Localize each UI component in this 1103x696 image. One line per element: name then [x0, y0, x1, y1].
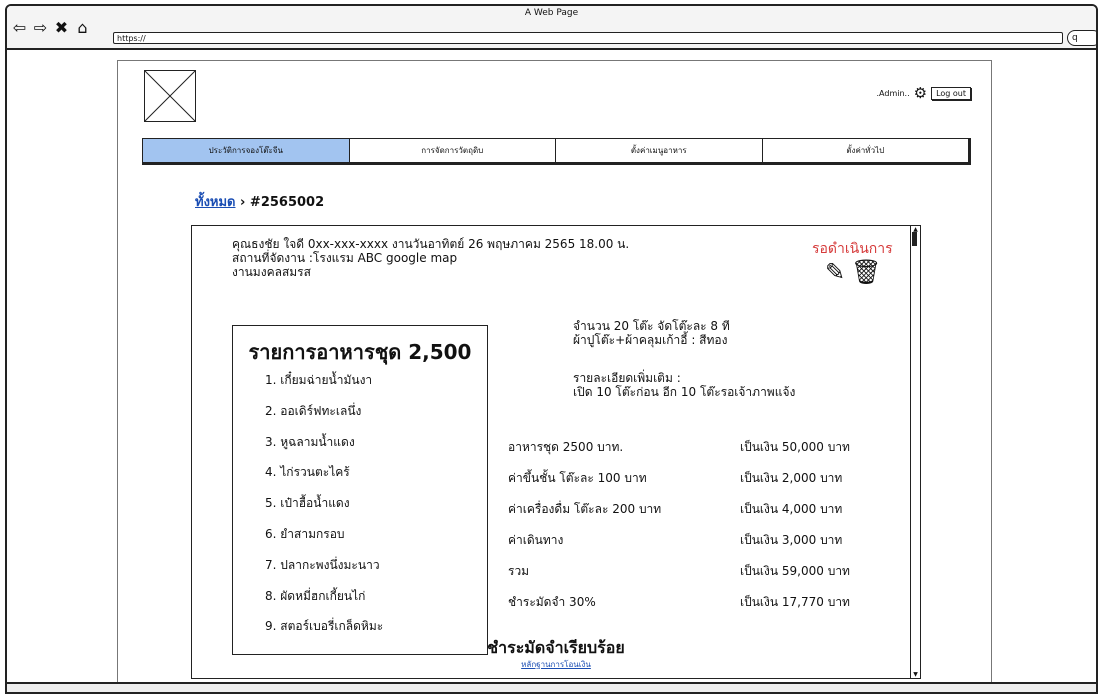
- close-icon[interactable]: ✖: [53, 20, 70, 36]
- cost-label: ชำระมัดจำ 30%: [508, 595, 596, 609]
- page-frame: .Admin.. ⚙ Log out ประวัติการจองโต๊ะจีน …: [117, 60, 992, 690]
- list-item: 3. หูฉลามน้ำแดง: [265, 434, 355, 449]
- logout-button[interactable]: Log out: [931, 87, 971, 100]
- browser-status-bar: [7, 682, 1096, 692]
- extra-info: รายละเอียดเพิ่มเติม : เปิด 10 โต๊ะก่อน อ…: [573, 371, 795, 399]
- cost-amount: เป็นเงิน 50,000 บาท: [740, 440, 850, 454]
- list-item: 6. ยำสามกรอบ: [265, 526, 345, 541]
- breadcrumb-current: #2565002: [249, 195, 325, 210]
- back-icon[interactable]: ⇦: [11, 20, 28, 36]
- payment-proof-link[interactable]: หลักฐานการโอนเงิน: [192, 658, 920, 671]
- list-item: 7. ปลากะพงนึ่งมะนาว: [265, 557, 380, 572]
- table-cloth-line: ผ้าปูโต๊ะ+ผ้าคลุมเก้าอี้ : สีทอง: [573, 333, 728, 347]
- tab-ingredients[interactable]: การจัดการวัตถุดิบ: [350, 139, 556, 162]
- menu-set-title: รายการอาหารชุด 2,500: [248, 340, 472, 364]
- cost-amount: เป็นเงิน 4,000 บาท: [740, 502, 843, 516]
- booking-info: คุณธงชัย ใจดี 0xx-xxx-xxxx งานวันอาทิตย์…: [232, 237, 629, 279]
- extra-info-text: เปิด 10 โต๊ะก่อน อีก 10 โต๊ะรอเจ้าภาพแจ้…: [573, 385, 796, 399]
- scroll-thumb[interactable]: [912, 232, 917, 246]
- extra-info-label: รายละเอียดเพิ่มเติม :: [573, 371, 681, 385]
- list-item: 1. เกี๋ยมฉ่ายน้ำมันงา: [265, 373, 373, 387]
- booking-customer-line: คุณธงชัย ใจดี 0xx-xxx-xxxx งานวันอาทิตย์…: [232, 237, 630, 251]
- status-badge: รอดำเนินการ: [812, 241, 893, 257]
- image-placeholder-icon: [145, 71, 195, 121]
- list-item: 2. ออเดิร์ฟทะเลนึ่ง: [265, 403, 362, 418]
- tab-general-settings[interactable]: ตั้งค่าทั่วไป: [763, 139, 969, 162]
- table-count-line: จำนวน 20 โต๊ะ จัดโต๊ะละ 8 ที: [573, 319, 730, 333]
- browser-nav: ⇦ ⇨ ✖ ⌂: [11, 20, 91, 36]
- menu-list: 1. เกี๋ยมฉ่ายน้ำมันงา 2. ออเดิร์ฟทะเลนึ่…: [265, 371, 383, 648]
- cost-amount: เป็นเงิน 2,000 บาท: [740, 471, 843, 485]
- list-item: 4. ไก่รวนตะไคร้: [265, 465, 350, 480]
- home-icon[interactable]: ⌂: [74, 20, 91, 36]
- gear-icon[interactable]: ⚙: [914, 86, 927, 101]
- browser-titlebar: A Web Page ⇦ ⇨ ✖ ⌂ https:// q: [7, 6, 1096, 50]
- window-title: A Web Page: [524, 8, 579, 18]
- cost-label: ค่าเครื่องดื่ม โต๊ะละ 200 บาท: [508, 502, 662, 516]
- tab-menu-settings[interactable]: ตั้งค่าเมนูอาหาร: [556, 139, 763, 162]
- trash-icon[interactable]: 🗑: [851, 259, 881, 285]
- url-input[interactable]: https://: [113, 32, 1063, 44]
- cost-label: รวม: [508, 564, 530, 578]
- admin-label: .Admin..: [876, 89, 910, 98]
- cost-label: อาหารชุด 2500 บาท.: [508, 440, 624, 454]
- list-item: 5. เป๋าฮื้อน้ำแดง: [265, 496, 350, 511]
- cost-amount: เป็นเงิน 17,770 บาท: [740, 595, 850, 609]
- tab-booking-history[interactable]: ประวัติการจองโต๊ะจีน: [143, 139, 350, 162]
- user-area: .Admin.. ⚙ Log out: [876, 86, 971, 101]
- cost-amount: เป็นเงิน 3,000 บาท: [740, 533, 843, 547]
- breadcrumb: ทั้งหมด › #2565002: [195, 191, 324, 212]
- menu-set-box: รายการอาหารชุด 2,500 1. เกี๋ยมฉ่ายน้ำมัน…: [232, 325, 488, 655]
- scroll-down-icon[interactable]: ▼: [911, 671, 920, 678]
- search-button[interactable]: q: [1067, 30, 1096, 46]
- breadcrumb-separator: ›: [240, 195, 246, 210]
- main-tabs: ประวัติการจองโต๊ะจีน การจัดการวัตถุดิบ ต…: [142, 138, 971, 165]
- forward-icon[interactable]: ⇨: [32, 20, 49, 36]
- action-icons: ✎ 🗑: [825, 259, 882, 285]
- breadcrumb-root-link[interactable]: ทั้งหมด: [195, 195, 236, 210]
- booking-venue-line: สถานที่จัดงาน :โรงแรม ABC google map: [232, 251, 458, 265]
- cost-amount: เป็นเงิน 59,000 บาท: [740, 564, 850, 578]
- booking-detail-panel: คุณธงชัย ใจดี 0xx-xxx-xxxx งานวันอาทิตย์…: [191, 225, 921, 679]
- list-item: 8. ผัดหมี่ฮกเกี้ยนไก่: [265, 588, 366, 603]
- vertical-scrollbar[interactable]: ▲ ▼: [910, 226, 920, 678]
- browser-window: A Web Page ⇦ ⇨ ✖ ⌂ https:// q .Admin.. ⚙…: [5, 4, 1098, 694]
- edit-icon[interactable]: ✎: [825, 259, 845, 285]
- cost-label: ค่าขึ้นชั้น โต๊ะละ 100 บาท: [508, 471, 647, 485]
- cost-label: ค่าเดินทาง: [508, 533, 564, 547]
- logo-placeholder: [144, 70, 196, 122]
- booking-event-type: งานมงคลสมรส: [232, 265, 311, 279]
- table-info: จำนวน 20 โต๊ะ จัดโต๊ะละ 8 ที ผ้าปูโต๊ะ+ผ…: [573, 319, 730, 347]
